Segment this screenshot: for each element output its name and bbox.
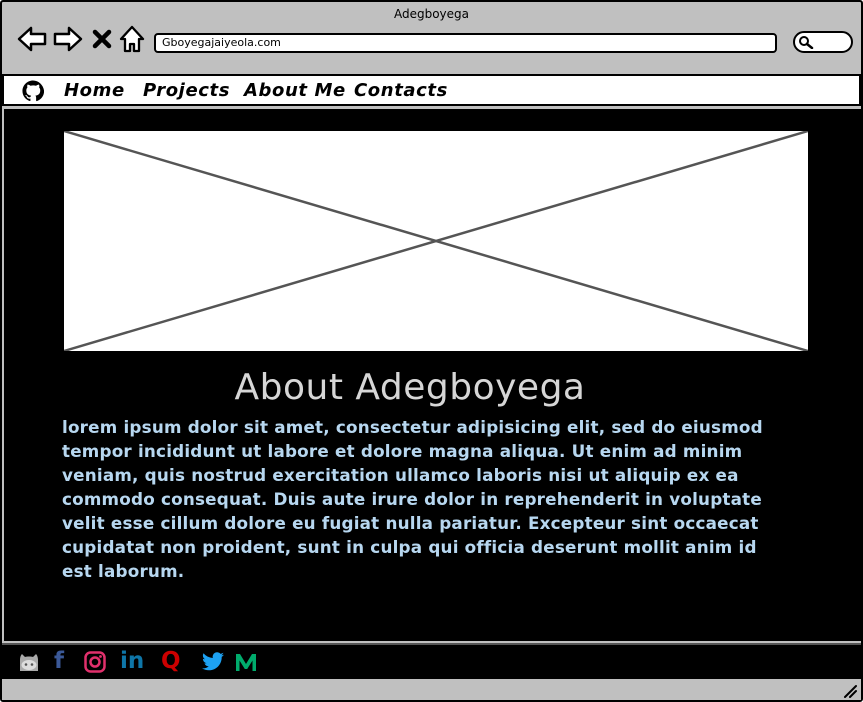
medium-icon[interactable] <box>234 650 258 674</box>
nav-bar: Home Projects About Me Contacts <box>2 74 861 106</box>
search-input[interactable] <box>793 31 853 53</box>
resize-grip-icon[interactable] <box>841 682 857 698</box>
browser-window: Adegboyega Gboyegajaiyeola.com Home Proj… <box>0 0 863 702</box>
back-arrow-icon[interactable] <box>16 23 48 55</box>
linkedin-icon[interactable]: in <box>120 648 144 674</box>
search-icon <box>799 36 814 49</box>
nav-link-about-me[interactable]: About Me <box>244 80 346 101</box>
home-icon[interactable] <box>118 23 146 55</box>
quora-icon[interactable]: Q <box>161 648 181 674</box>
footer-social-bar: f in Q <box>2 643 861 677</box>
nav-link-contacts[interactable]: Contacts <box>354 80 448 101</box>
nav-link-home[interactable]: Home <box>64 80 125 101</box>
status-bar <box>2 677 861 700</box>
address-bar[interactable]: Gboyegajaiyeola.com <box>154 33 777 53</box>
github-octocat-icon[interactable] <box>17 650 41 674</box>
forward-arrow-icon[interactable] <box>52 23 84 55</box>
content-panel: About Adegboyega lorem ipsum dolor sit a… <box>4 109 861 641</box>
facebook-icon[interactable]: f <box>54 648 64 674</box>
about-paragraph: lorem ipsum dolor sit amet, consectetur … <box>62 417 763 581</box>
close-stop-icon[interactable] <box>88 23 116 55</box>
about-heading: About Adegboyega <box>234 367 586 408</box>
nav-link-projects[interactable]: Projects <box>143 80 230 101</box>
instagram-icon[interactable] <box>83 650 107 674</box>
twitter-icon[interactable] <box>201 650 225 674</box>
image-placeholder <box>62 129 810 353</box>
window-title: Adegboyega <box>393 7 470 21</box>
github-icon[interactable] <box>22 80 44 102</box>
